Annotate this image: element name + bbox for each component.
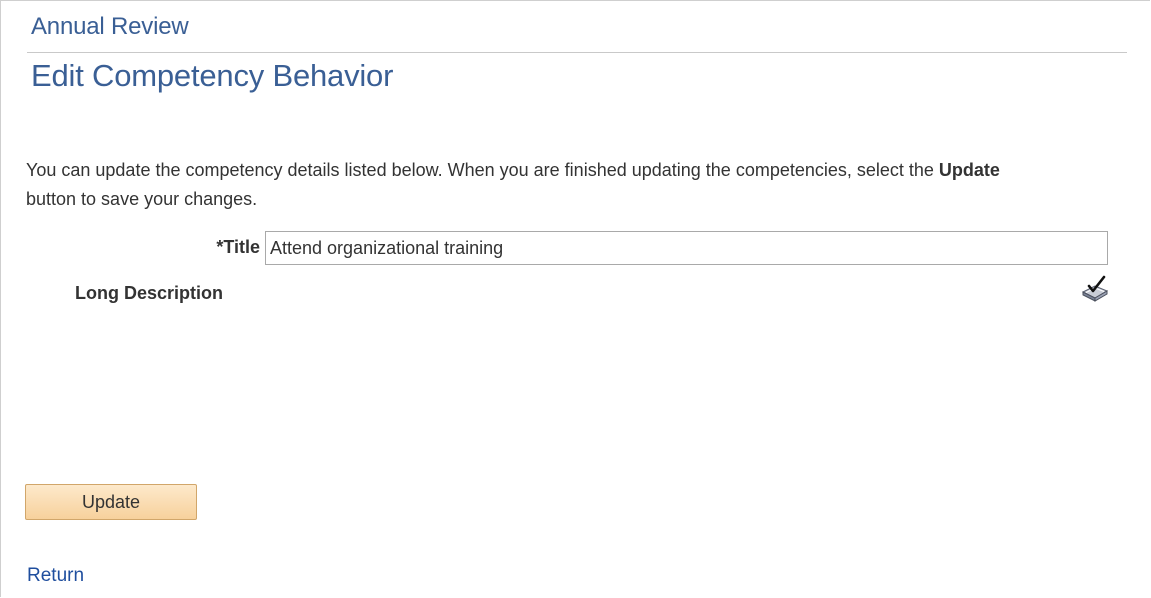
instructions-text-bold: Update	[938, 160, 1000, 180]
instructions-text-end: button to save your changes.	[26, 189, 258, 209]
update-button[interactable]: Update	[25, 484, 197, 520]
spell-check-icon[interactable]	[1080, 275, 1110, 303]
instructions-text: You can update the competency details li…	[26, 156, 1006, 214]
instructions-text-start: You can update the competency details li…	[26, 160, 939, 180]
return-link[interactable]: Return	[27, 565, 84, 587]
breadcrumb: Annual Review	[31, 13, 189, 40]
spell-check-icon-graphic	[1081, 275, 1109, 302]
page-title: Edit Competency Behavior	[31, 58, 394, 93]
title-input[interactable]	[265, 231, 1108, 265]
long-description-label: Long Description	[75, 283, 223, 303]
title-label: *Title	[216, 237, 260, 257]
title-divider	[27, 52, 1127, 53]
